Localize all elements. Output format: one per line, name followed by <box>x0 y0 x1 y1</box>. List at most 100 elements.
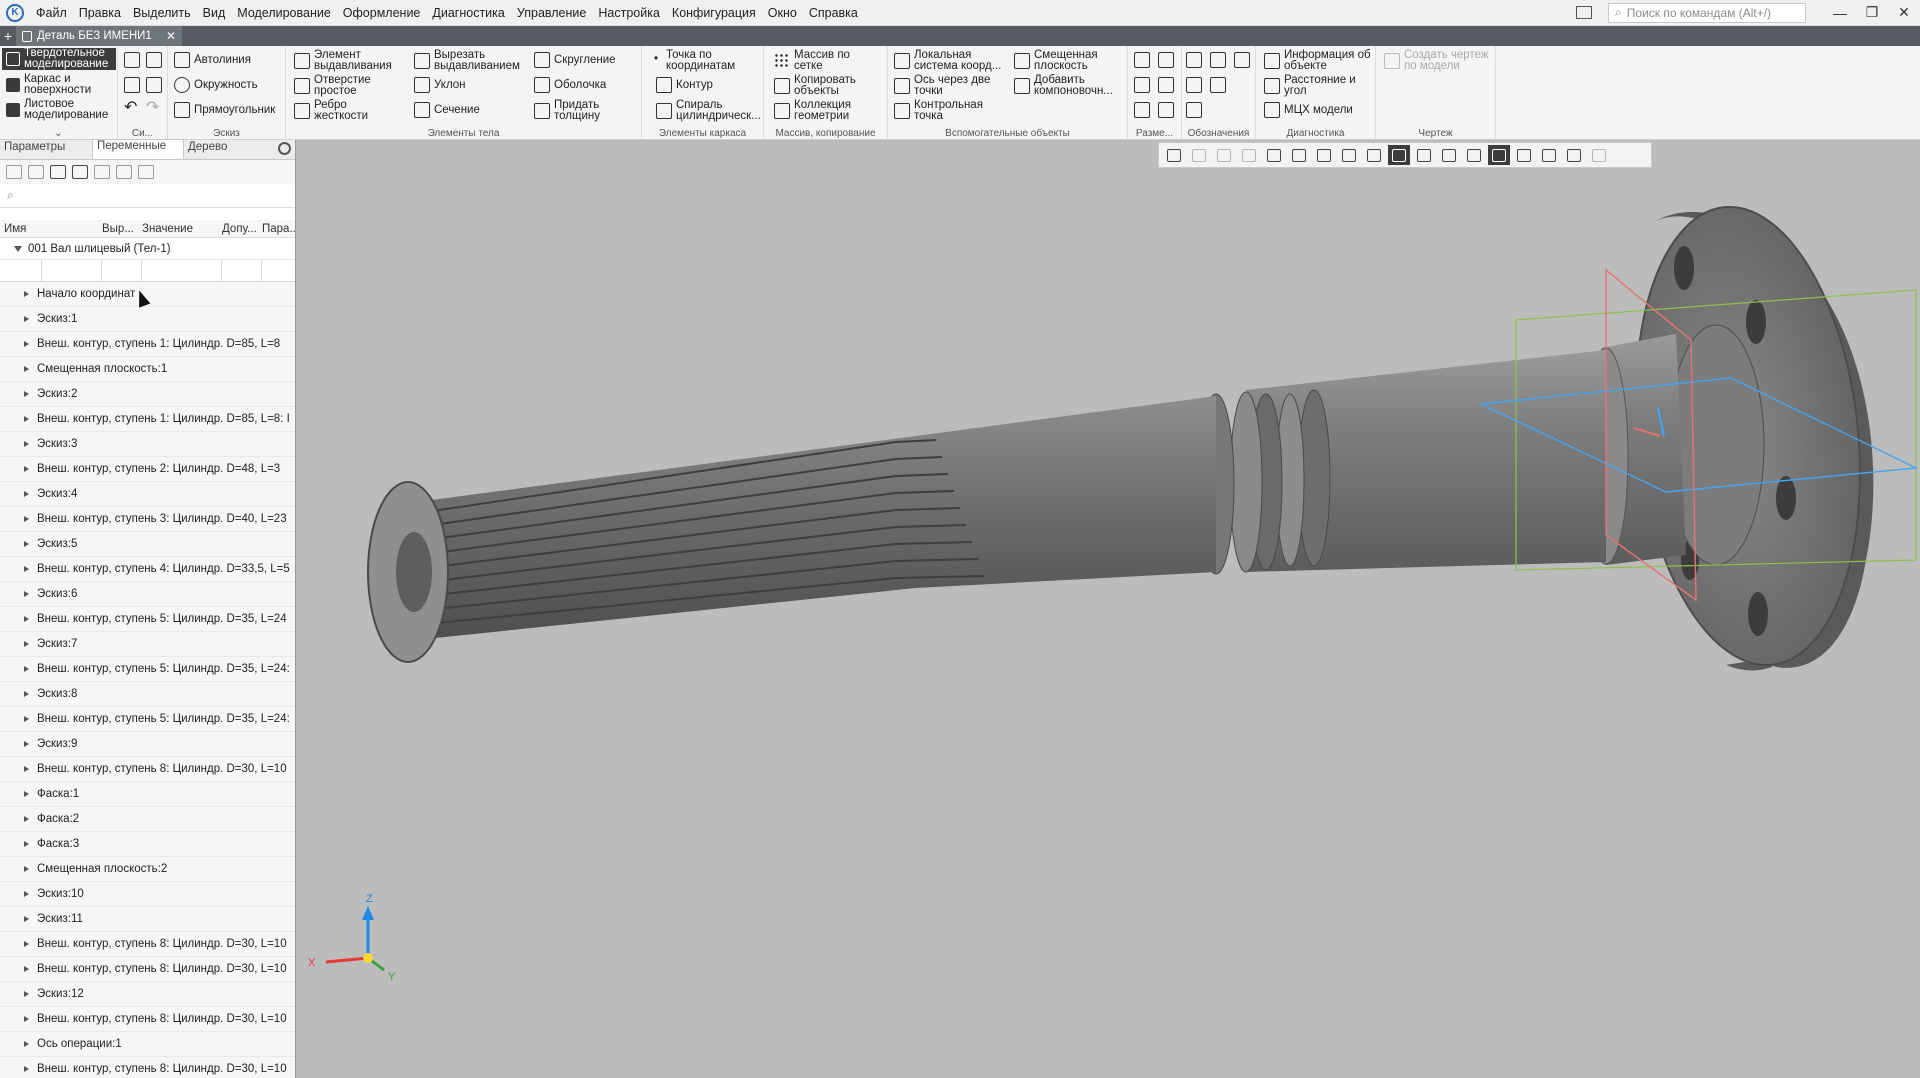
point-by-coords-button[interactable]: • Точка по координатам <box>654 49 754 72</box>
feature-row[interactable]: Эскиз:4 <box>0 482 295 507</box>
menu-view[interactable]: Вид <box>197 6 232 20</box>
feature-row[interactable]: Эскиз:9 <box>0 732 295 757</box>
expand-caret-icon[interactable] <box>24 816 29 822</box>
linear-dim-icon[interactable] <box>1134 52 1154 68</box>
tab-tree[interactable]: Дерево <box>184 141 276 159</box>
feature-row[interactable]: Смещенная плоскость:1 <box>0 357 295 382</box>
expand-caret-icon[interactable] <box>24 291 29 297</box>
cut-line-icon[interactable] <box>1186 102 1206 118</box>
feature-row[interactable]: Смещенная плоскость:2 <box>0 857 295 882</box>
save-as-icon[interactable] <box>146 52 166 68</box>
menu-modeling[interactable]: Моделирование <box>231 6 337 20</box>
hole-button[interactable]: Отверстие простое <box>294 74 404 97</box>
extrude-button[interactable]: Элемент выдавливания <box>294 49 404 72</box>
spiral-button[interactable]: Спираль цилиндрическ... <box>656 99 761 122</box>
expand-caret-icon[interactable] <box>24 941 29 947</box>
root-body-row[interactable]: 001 Вал шлицевый (Тел-1) <box>0 238 295 260</box>
feature-row[interactable]: Внеш. контур, ступень 1: Цилиндр. D=85, … <box>0 332 295 357</box>
tolerance-icon[interactable] <box>1186 77 1206 93</box>
expand-caret-icon[interactable] <box>24 466 29 472</box>
rib-button[interactable]: Ребро жесткости <box>294 99 404 122</box>
close-tab-icon[interactable]: ✕ <box>166 29 176 43</box>
col-name[interactable]: Имя <box>0 223 102 235</box>
sheet-modeling-button[interactable]: Листовое моделирование <box>6 98 116 121</box>
expand-caret-icon[interactable] <box>24 1016 29 1022</box>
autoline-button[interactable]: Автолиния <box>174 52 251 68</box>
auto-dim-icon[interactable] <box>1134 102 1154 118</box>
feature-row[interactable]: Эскиз:2 <box>0 382 295 407</box>
copy-objects-button[interactable]: Копировать объекты <box>774 74 874 97</box>
menu-edit[interactable]: Правка <box>73 6 127 20</box>
expand-caret-icon[interactable] <box>24 716 29 722</box>
feature-row[interactable]: Эскиз:8 <box>0 682 295 707</box>
base-icon[interactable] <box>1234 52 1254 68</box>
feature-row[interactable]: Фаска:1 <box>0 782 295 807</box>
menu-configuration[interactable]: Конфигурация <box>666 6 762 20</box>
menu-help[interactable]: Справка <box>803 6 864 20</box>
feature-row[interactable]: Внеш. контур, ступень 8: Цилиндр. D=30, … <box>0 757 295 782</box>
expand-caret-icon[interactable] <box>24 1041 29 1047</box>
create-drawing-button[interactable]: Создать чертеж по модели <box>1384 49 1494 72</box>
menu-diagnostics[interactable]: Диагностика <box>426 6 510 20</box>
solid-modeling-button[interactable]: Твердотельное моделирование <box>2 47 116 70</box>
col-parameter[interactable]: Пара... <box>262 223 299 235</box>
contour-button[interactable]: Контур <box>656 77 713 93</box>
object-info-button[interactable]: Информация об объекте <box>1264 49 1374 72</box>
expand-caret-icon[interactable] <box>24 566 29 572</box>
shell-button[interactable]: Оболочка <box>534 77 606 93</box>
feature-row[interactable]: Внеш. контур, ступень 1: Цилиндр. D=85, … <box>0 407 295 432</box>
restore-icon[interactable]: ❐ <box>1856 4 1888 21</box>
expand-caret-icon[interactable] <box>24 866 29 872</box>
menu-file[interactable]: Файл <box>30 6 73 20</box>
menu-select[interactable]: Выделить <box>127 6 197 20</box>
expand-caret-icon[interactable] <box>24 591 29 597</box>
move-up-icon[interactable] <box>116 165 132 179</box>
feature-row[interactable]: Эскиз:5 <box>0 532 295 557</box>
undo-icon[interactable]: ↶ <box>124 100 137 116</box>
menu-manage[interactable]: Управление <box>511 6 593 20</box>
feature-row[interactable]: Ось операции:1 <box>0 1032 295 1057</box>
expand-caret-icon[interactable] <box>24 541 29 547</box>
feature-row[interactable]: Фаска:2 <box>0 807 295 832</box>
table-icon[interactable] <box>50 165 66 179</box>
position-mark-icon[interactable] <box>1210 77 1230 93</box>
feature-row[interactable]: Внеш. контур, ступень 4: Цилиндр. D=33,5… <box>0 557 295 582</box>
feature-row[interactable]: Эскиз:3 <box>0 432 295 457</box>
expand-caret-icon[interactable] <box>24 341 29 347</box>
roughness-icon[interactable] <box>1210 52 1230 68</box>
expand-caret-icon[interactable] <box>24 366 29 372</box>
expand-caret-icon[interactable] <box>24 391 29 397</box>
frame-surfaces-button[interactable]: Каркас и поверхности <box>6 73 116 96</box>
collapse-caret-icon[interactable] <box>14 245 22 252</box>
export-icon[interactable] <box>94 165 110 179</box>
thicken-button[interactable]: Придать толщину <box>534 99 614 122</box>
expand-caret-icon[interactable] <box>24 641 29 647</box>
feature-row[interactable]: Эскиз:6 <box>0 582 295 607</box>
expand-caret-icon[interactable] <box>24 766 29 772</box>
save-icon[interactable] <box>124 52 144 68</box>
app-logo-icon[interactable]: K <box>6 3 24 22</box>
rectangle-button[interactable]: Прямоугольник <box>174 102 275 118</box>
col-value[interactable]: Значение <box>142 223 222 235</box>
feature-row[interactable]: Внеш. контур, ступень 5: Цилиндр. D=35, … <box>0 657 295 682</box>
expand-caret-icon[interactable] <box>24 666 29 672</box>
mass-properties-button[interactable]: МЦХ модели <box>1264 102 1353 118</box>
expand-caret-icon[interactable] <box>24 416 29 422</box>
document-tab[interactable]: Деталь БЕЗ ИМЕНИ1 ✕ <box>16 26 182 46</box>
expand-caret-icon[interactable] <box>24 791 29 797</box>
variables-search-input[interactable]: ⌕ <box>0 184 295 208</box>
feature-row[interactable]: Эскиз:12 <box>0 982 295 1007</box>
feature-row[interactable]: Эскиз:10 <box>0 882 295 907</box>
feature-row[interactable]: Внеш. контур, ступень 8: Цилиндр. D=30, … <box>0 957 295 982</box>
geometry-collection-button[interactable]: Коллекция геометрии <box>774 99 874 122</box>
feature-row[interactable]: Эскиз:1 <box>0 307 295 332</box>
preview-icon[interactable] <box>146 77 166 93</box>
circle-button[interactable]: Окружность <box>174 77 258 93</box>
draft-button[interactable]: Уклон <box>414 77 466 93</box>
expand-caret-icon[interactable] <box>24 966 29 972</box>
axis-two-points-button[interactable]: Ось через две точки <box>894 74 1014 97</box>
close-icon[interactable]: ✕ <box>1888 4 1920 21</box>
window-icon[interactable] <box>72 165 88 179</box>
minimize-icon[interactable]: — <box>1824 5 1856 21</box>
tab-parameters[interactable]: Параметры <box>0 141 92 159</box>
